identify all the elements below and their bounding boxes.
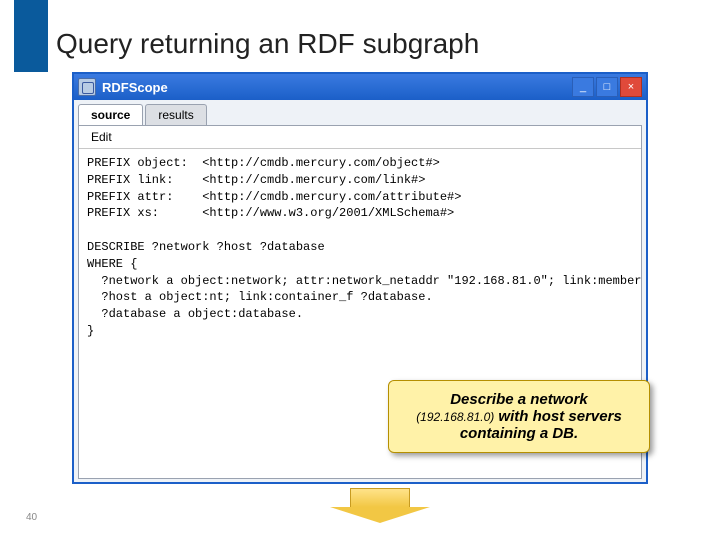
menu-bar: Edit	[79, 126, 641, 149]
menu-edit[interactable]: Edit	[85, 128, 118, 146]
callout-line1: Describe a network	[401, 391, 637, 408]
titlebar[interactable]: RDFScope _ □ ×	[74, 74, 646, 100]
minimize-button[interactable]: _	[572, 77, 594, 97]
query-editor[interactable]: PREFIX object: <http://cmdb.mercury.com/…	[79, 149, 641, 346]
page-number: 40	[26, 512, 37, 523]
tab-results[interactable]: results	[145, 104, 206, 125]
callout-box: Describe a network (192.168.81.0) with h…	[388, 380, 650, 453]
tab-bar: source results	[74, 100, 646, 125]
callout-ip: (192.168.81.0)	[416, 410, 494, 424]
callout-line2: (192.168.81.0) with host servers contain…	[401, 408, 637, 442]
slide-title: Query returning an RDF subgraph	[56, 28, 479, 60]
window-title: RDFScope	[102, 80, 572, 95]
down-arrow-icon	[330, 488, 430, 522]
maximize-button[interactable]: □	[596, 77, 618, 97]
tab-source[interactable]: source	[78, 104, 143, 125]
close-button[interactable]: ×	[620, 77, 642, 97]
slide-accent-bar	[14, 0, 48, 72]
java-cup-icon	[78, 78, 96, 96]
